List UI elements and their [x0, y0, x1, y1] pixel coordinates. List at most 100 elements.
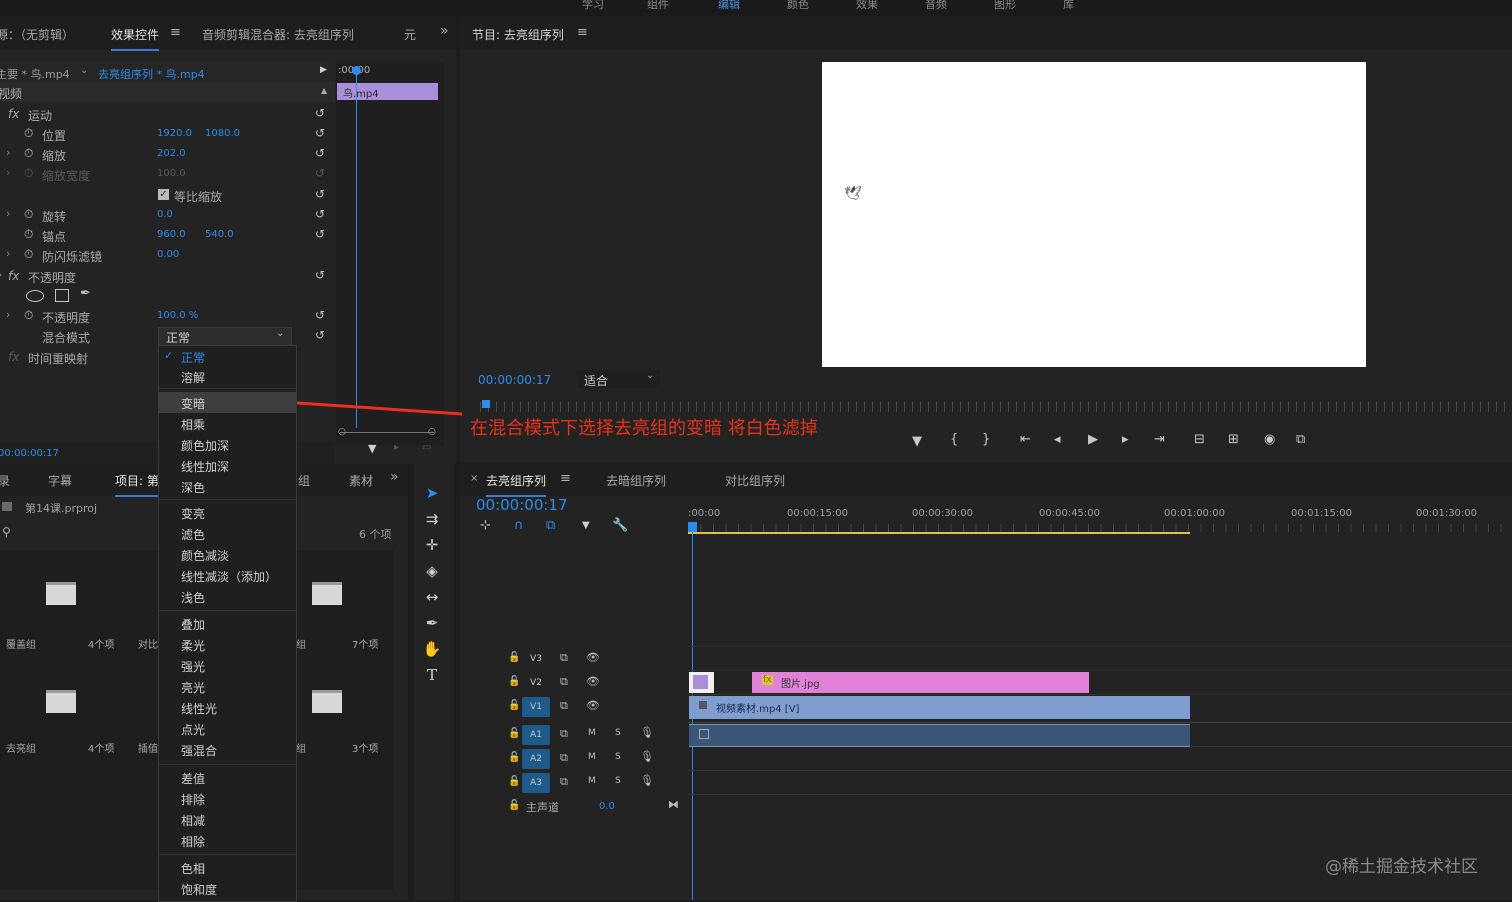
solo-button[interactable]: S	[615, 776, 621, 786]
stopwatch-icon[interactable]: ⏱	[24, 126, 33, 141]
workspace-color[interactable]: 颜色	[787, 0, 809, 12]
tab-metadata[interactable]: 元	[404, 26, 416, 43]
microphone-icon[interactable]: 🎙	[640, 726, 654, 739]
tabs-overflow-icon[interactable]: »	[440, 23, 449, 39]
scroll-handle-right[interactable]: ○	[428, 427, 436, 437]
blend-option[interactable]: 排除	[159, 788, 296, 809]
lock-icon[interactable]: 🔓	[508, 652, 520, 663]
stopwatch-icon[interactable]: ⏱	[24, 227, 33, 242]
position-row[interactable]: ⏱ 位置 1920.0 1080.0 ↺	[0, 124, 335, 144]
wrench-icon[interactable]: 🔧	[612, 518, 628, 533]
selection-tool-icon[interactable]: ➤	[421, 482, 443, 504]
opacity-effect-row[interactable]: › fx 不透明度 ↺	[0, 266, 335, 286]
tab-record[interactable]: 录	[0, 472, 10, 489]
workspace-effects[interactable]: 效果	[856, 0, 878, 12]
blend-mode-row[interactable]: 混合模式 正常 ⌄ ↺	[0, 326, 335, 346]
close-icon[interactable]: ×	[470, 473, 478, 484]
blend-option[interactable]: 线性光	[159, 697, 296, 718]
compare-icon[interactable]: ⧉	[1296, 432, 1305, 447]
export-icon[interactable]: ▸	[394, 442, 399, 453]
expand-chevron-icon[interactable]: ›	[6, 146, 10, 159]
audio-end-icon[interactable]: ⧓	[668, 798, 679, 811]
extract-icon[interactable]: ⊞	[1228, 432, 1239, 447]
lock-icon[interactable]: 🔓	[508, 700, 520, 711]
blend-option[interactable]: 线性加深	[159, 455, 296, 476]
reset-icon[interactable]: ↺	[315, 328, 325, 342]
razor-tool-icon[interactable]: ◈	[421, 560, 443, 582]
camera-icon[interactable]: ◉	[1264, 432, 1275, 447]
tab-captions[interactable]: 字幕	[48, 472, 72, 489]
step-forward-icon[interactable]: ▸	[1122, 432, 1129, 447]
lift-icon[interactable]: ⊟	[1194, 432, 1205, 447]
expand-chevron-icon[interactable]: ›	[6, 207, 10, 220]
blend-option[interactable]: 滤色	[159, 523, 296, 544]
blend-option[interactable]: 相乘	[159, 413, 296, 434]
fit-dropdown[interactable]: 适合 ⌄	[578, 370, 660, 388]
nest-toggle-icon[interactable]: ⊹	[480, 518, 491, 533]
snap-icon[interactable]: ∩	[514, 518, 524, 533]
lock-icon[interactable]: 🔓	[508, 776, 520, 787]
v2-image-clip[interactable]: fx 图片.jpg	[752, 672, 1089, 693]
blend-option[interactable]: 饱和度	[159, 878, 296, 899]
work-area-bar[interactable]	[688, 532, 1190, 534]
program-playhead-marker[interactable]	[482, 400, 490, 408]
rotation-value[interactable]: 0.0	[157, 209, 173, 220]
tab-audio-clip-mixer[interactable]: 音频剪辑混合器: 去亮组序列	[202, 26, 354, 43]
ripple-edit-tool-icon[interactable]: ✛	[421, 534, 443, 556]
stopwatch-icon[interactable]: ⏱	[24, 146, 33, 161]
pen-mask-icon[interactable]: ✒	[80, 286, 91, 301]
tab-source[interactable]: 源：（无剪辑）	[0, 26, 74, 43]
slip-tool-icon[interactable]: ↔	[421, 586, 443, 608]
reset-icon[interactable]: ↺	[315, 146, 325, 160]
sequence-clip-label[interactable]: 去亮组序列 * 鸟.mp4	[98, 66, 205, 82]
expand-chevron-icon[interactable]: ›	[6, 247, 10, 260]
mini-clip[interactable]: 鸟.mp4	[337, 83, 438, 100]
lock-icon[interactable]: 🔓	[508, 676, 520, 687]
track-name-a1[interactable]: A1	[522, 725, 550, 745]
motion-effect-row[interactable]: fx 运动 ↺	[0, 104, 335, 124]
step-back-icon[interactable]: ◂	[1054, 432, 1061, 447]
scale-value[interactable]: 202.0	[157, 148, 186, 159]
rotation-row[interactable]: › ⏱ 旋转 0.0 ↺	[0, 205, 335, 225]
sync-lock-icon[interactable]: ⧉	[560, 727, 568, 741]
tab-sequence-2[interactable]: 去暗组序列	[606, 472, 666, 489]
blend-option[interactable]: 强混合	[159, 739, 296, 760]
blend-option[interactable]: 色相	[159, 857, 296, 878]
track-name-v2[interactable]: V2	[522, 673, 550, 693]
mini-playhead[interactable]	[356, 68, 357, 428]
sync-lock-icon[interactable]: ⧉	[560, 775, 568, 789]
menu-icon[interactable]: ≡	[560, 471, 571, 486]
position-y[interactable]: 1080.0	[205, 128, 240, 139]
track-name-v3[interactable]: V3	[522, 649, 550, 669]
mark-out-icon[interactable]: }	[982, 432, 990, 447]
nest-icon[interactable]: ▭	[422, 442, 431, 453]
blend-option[interactable]: 点光	[159, 718, 296, 739]
tab-project[interactable]: 项目: 第	[115, 472, 159, 497]
tabs-overflow-icon[interactable]: »	[390, 469, 399, 485]
program-timecode[interactable]: 00:00:00:17	[478, 373, 551, 387]
effect-timecode[interactable]: 00:00:00:17	[0, 448, 59, 459]
track-name-a3[interactable]: A3	[522, 773, 550, 793]
ellipse-mask-icon[interactable]	[26, 290, 44, 302]
scale-row[interactable]: › ⏱ 缩放 202.0 ↺	[0, 144, 335, 164]
sync-lock-icon[interactable]: ⧉	[560, 751, 568, 765]
timeline-playhead-marker[interactable]	[688, 522, 697, 532]
tab-assets[interactable]: 素材	[349, 472, 373, 489]
blend-option[interactable]: 深色	[159, 476, 296, 497]
go-to-in-icon[interactable]: ⇤	[1020, 432, 1031, 447]
timeline-timecode[interactable]: 00:00:00:17	[476, 496, 568, 514]
blend-option[interactable]: 颜色减淡	[159, 544, 296, 565]
workspace-graphics[interactable]: 图形	[994, 0, 1016, 12]
chevron-down-icon[interactable]: ⌄	[80, 65, 88, 76]
linked-selection-icon[interactable]: ⧉	[546, 518, 555, 533]
reset-icon[interactable]: ↺	[315, 207, 325, 221]
opacity-value[interactable]: 100.0 %	[157, 310, 198, 321]
sync-lock-icon[interactable]: ⧉	[560, 651, 568, 665]
a1-audio-clip[interactable]	[689, 724, 1190, 747]
microphone-icon[interactable]: 🎙	[640, 774, 654, 787]
blend-option[interactable]: 相减	[159, 809, 296, 830]
blend-option[interactable]: 线性减淡（添加）	[159, 565, 296, 586]
play-icon[interactable]: ▶	[1088, 432, 1098, 447]
blend-option[interactable]: 浅色	[159, 586, 296, 607]
bin-thumbnail[interactable]	[312, 582, 342, 605]
